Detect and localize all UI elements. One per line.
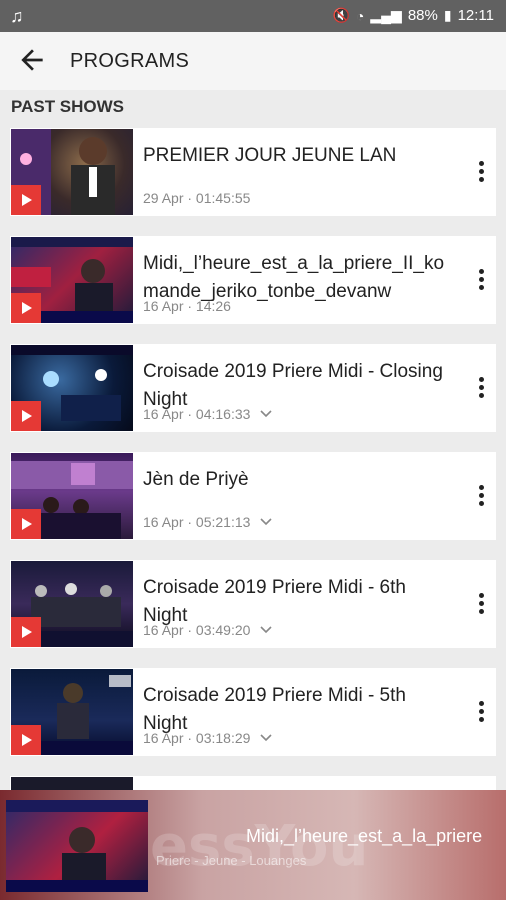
video-meta: 29 Apr · 01:45:55 (143, 190, 250, 206)
video-date-duration: 16 Apr · 05:21:13 (143, 514, 251, 530)
chevron-down-icon[interactable] (260, 410, 272, 418)
video-date-duration: 16 Apr · 03:18:29 (143, 730, 251, 746)
video-date-duration: 29 Apr · 01:45:55 (143, 190, 251, 206)
list-item[interactable]: Croisade 2019 Priere Midi - 5th Night 16… (10, 668, 496, 756)
video-thumbnail[interactable] (11, 561, 133, 647)
more-options-icon[interactable] (478, 377, 484, 399)
more-options-icon[interactable] (478, 485, 484, 507)
mini-player-subtitle: Priere - Jeune - Louanges (156, 853, 307, 868)
video-title: PREMIER JOUR JEUNE LAN (143, 145, 397, 166)
video-thumbnail[interactable] (11, 237, 133, 323)
video-meta: 16 Apr · 14:26 (143, 298, 231, 314)
thumbnail-image (6, 800, 148, 892)
video-date-duration: 16 Apr · 14:26 (143, 298, 231, 314)
more-options-icon[interactable] (478, 269, 484, 291)
play-icon[interactable] (11, 509, 41, 539)
more-options-icon[interactable] (478, 161, 484, 183)
mini-player[interactable]: essYou Midi,_l’heure_est_a_la_priere Pri… (0, 790, 506, 900)
battery-percent: 88% (407, 7, 438, 24)
more-options-icon[interactable] (478, 701, 484, 723)
video-thumbnail[interactable] (11, 669, 133, 755)
section-title: PAST SHOWS (11, 97, 125, 116)
video-date-duration: 16 Apr · 04:16:33 (143, 406, 251, 422)
play-icon[interactable] (11, 185, 41, 215)
video-title: Jèn de Priyè (143, 469, 249, 490)
video-meta: 16 Apr · 05:21:13 (143, 514, 272, 530)
list-item[interactable]: Croisade 2019 Priere Midi - Closing Nigh… (10, 344, 496, 432)
play-icon[interactable] (11, 617, 41, 647)
clock: 12:11 (457, 7, 494, 24)
chevron-down-icon[interactable] (260, 626, 272, 634)
more-options-icon[interactable] (478, 593, 484, 615)
video-meta: 16 Apr · 03:49:20 (143, 622, 272, 638)
list-item[interactable]: Croisade 2019 Priere Midi - 6th Night 16… (10, 560, 496, 648)
video-thumbnail[interactable] (11, 345, 133, 431)
mini-player-thumbnail[interactable] (6, 800, 148, 892)
video-date-duration: 16 Apr · 03:49:20 (143, 622, 251, 638)
list-item[interactable]: PREMIER JOUR JEUNE LAN 29 Apr · 01:45:55 (10, 128, 496, 216)
video-thumbnail[interactable] (11, 129, 133, 215)
app-bar: PROGRAMS (0, 32, 506, 90)
signal-icon: ▂▄▆ (370, 7, 402, 23)
battery-icon: ▮ (443, 7, 452, 23)
play-icon[interactable] (11, 293, 41, 323)
list-item[interactable]: Midi,_l’heure_est_a_la_priere_II_komande… (10, 236, 496, 324)
video-thumbnail[interactable] (11, 453, 133, 539)
page-title: PROGRAMS (70, 50, 190, 72)
video-meta: 16 Apr · 04:16:33 (143, 406, 272, 422)
mini-player-title: Midi,_l’heure_est_a_la_priere (246, 826, 483, 846)
mute-icon: 🔇 (332, 7, 350, 23)
chevron-down-icon[interactable] (260, 518, 272, 526)
play-icon[interactable] (11, 725, 41, 755)
status-icons: 🔇 ◔ ▂▄▆ 88% ▮ 12:11 (332, 7, 494, 24)
video-meta: 16 Apr · 03:18:29 (143, 730, 272, 746)
play-icon[interactable] (11, 401, 41, 431)
back-arrow-icon[interactable] (16, 44, 48, 76)
status-bar: ♫ 🔇 ◔ ▂▄▆ 88% ▮ 12:11 (0, 0, 506, 32)
wifi-icon: ◔ (355, 7, 365, 24)
list-item[interactable]: Jèn de Priyè 16 Apr · 05:21:13 (10, 452, 496, 540)
music-note-icon: ♫ (10, 6, 24, 26)
chevron-down-icon[interactable] (260, 734, 272, 742)
